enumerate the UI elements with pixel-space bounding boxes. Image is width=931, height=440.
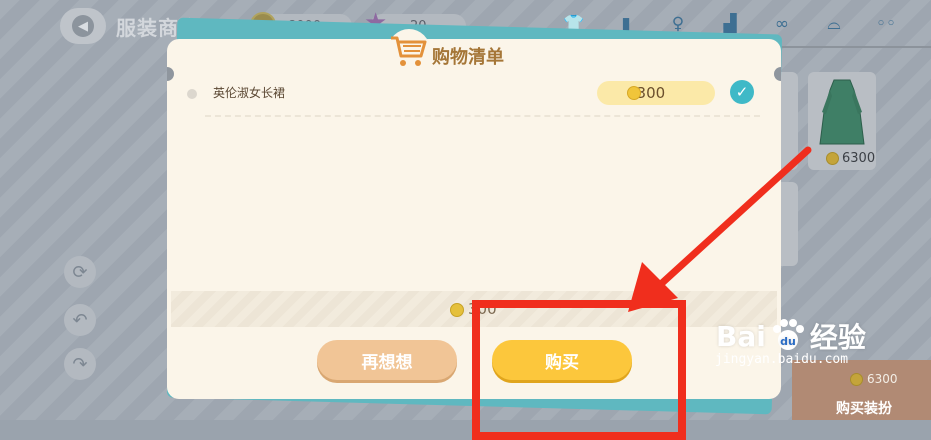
paw-du-text: du (780, 335, 796, 348)
watermark-url: jingyan.baidu.com (715, 352, 849, 367)
baidu-jingyan-watermark: Bai du 经验 (716, 316, 866, 356)
watermark-brand: Bai (716, 319, 766, 353)
paw-logo-icon: du (772, 319, 804, 350)
annotation-highlight-box (472, 300, 686, 440)
watermark-cn: 经验 (809, 321, 866, 354)
